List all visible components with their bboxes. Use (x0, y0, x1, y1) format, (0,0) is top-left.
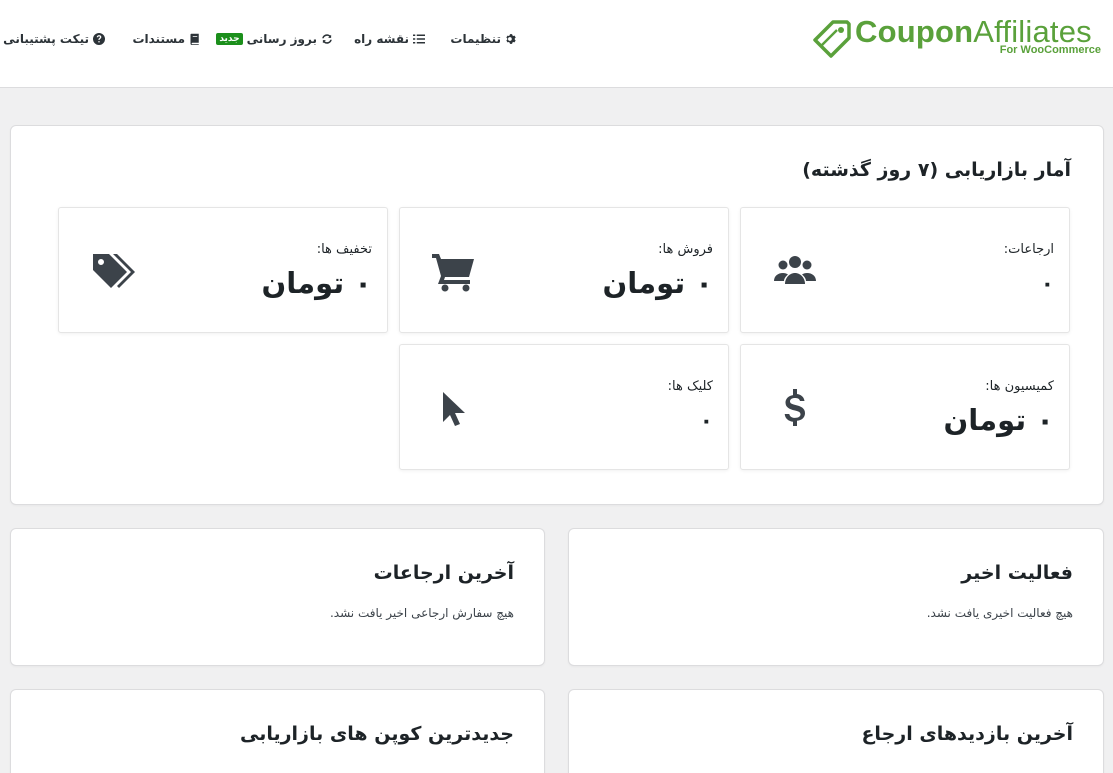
nav-roadmap[interactable]: نقشه راه (354, 30, 425, 48)
latest-referrals-title: آخرین ارجاعات (373, 562, 514, 584)
stat-referrals: ارجاعات: ۰ (740, 207, 1070, 333)
stat-discounts-label: تخفیف ها: (316, 242, 372, 257)
nav-docs-label: مستندات (132, 32, 185, 46)
stat-commission-label: کمیسیون ها: (985, 379, 1054, 394)
newest-coupons-title: جدیدترین کوپن های بازاریابی (239, 723, 514, 745)
stat-commission: کمیسیون ها: ۰ تومان (740, 344, 1070, 470)
nav-roadmap-label: نقشه راه (354, 32, 409, 46)
gear-icon (506, 34, 516, 44)
stat-clicks-value: ۰ (699, 409, 713, 434)
book-icon (190, 33, 199, 45)
nav-updates-label: بروز رسانی (246, 32, 317, 46)
top-bar: CouponAffiliates For WooCommerce تنظیمات… (0, 0, 1113, 88)
list-icon (413, 34, 425, 44)
nav-docs[interactable]: مستندات (132, 30, 201, 48)
stat-referrals-label: ارجاعات: (1003, 242, 1054, 257)
stat-referrals-value: ۰ (1040, 272, 1054, 297)
newest-coupons-card: جدیدترین کوپن های بازاریابی (10, 689, 545, 773)
refresh-icon (322, 34, 332, 44)
price-tag-icon (813, 20, 851, 58)
stats-title: آمار بازاریابی (۷ روز گذشته) (802, 159, 1071, 181)
nav-support[interactable]: تیکت پشتیبانی (3, 30, 105, 48)
latest-visits-card: آخرین بازدیدهای ارجاع (568, 689, 1104, 773)
nav-support-label: تیکت پشتیبانی (3, 32, 89, 46)
stat-discounts: تخفیف ها: ۰ تومان (58, 207, 388, 333)
nav-settings[interactable]: تنظیمات (450, 30, 517, 48)
stat-discounts-value: ۰ تومان (261, 266, 372, 300)
stat-commission-value: ۰ تومان (943, 403, 1054, 437)
latest-referrals-card: آخرین ارجاعات هیچ سفارش ارجاعی اخیر یافت… (10, 528, 545, 666)
stat-clicks-label: کلیک ها: (667, 379, 713, 394)
recent-activity-card: فعالیت اخیر هیچ فعالیت اخیری یافت نشد. (568, 528, 1104, 666)
question-circle-icon (93, 33, 105, 45)
brand-tagline: For WooCommerce (999, 44, 1101, 56)
recent-activity-title: فعالیت اخیر (961, 562, 1073, 584)
stat-sales-label: فروش ها: (658, 242, 713, 257)
latest-visits-title: آخرین بازدیدهای ارجاع (861, 723, 1073, 745)
brand-logo[interactable]: CouponAffiliates For WooCommerce (811, 14, 1101, 60)
new-badge: جدید (216, 33, 243, 45)
tags-icon (89, 248, 137, 296)
stat-clicks: کلیک ها: ۰ (399, 344, 729, 470)
brand-name-bold: Coupon (855, 14, 974, 49)
stat-sales-value: ۰ تومان (602, 266, 713, 300)
nav-settings-label: تنظیمات (450, 32, 501, 46)
nav-updates[interactable]: بروز رسانی جدید (216, 30, 333, 48)
dollar-icon (771, 385, 819, 433)
recent-activity-empty: هیچ فعالیت اخیری یافت نشد. (926, 606, 1073, 620)
shopping-cart-icon (430, 248, 478, 296)
marketing-stats-card: آمار بازاریابی (۷ روز گذشته) ارجاعات: ۰ … (10, 125, 1104, 505)
stat-sales: فروش ها: ۰ تومان (399, 207, 729, 333)
latest-referrals-empty: هیچ سفارش ارجاعی اخیر یافت نشد. (329, 606, 514, 620)
mouse-pointer-icon (430, 385, 478, 433)
users-icon (771, 248, 819, 296)
